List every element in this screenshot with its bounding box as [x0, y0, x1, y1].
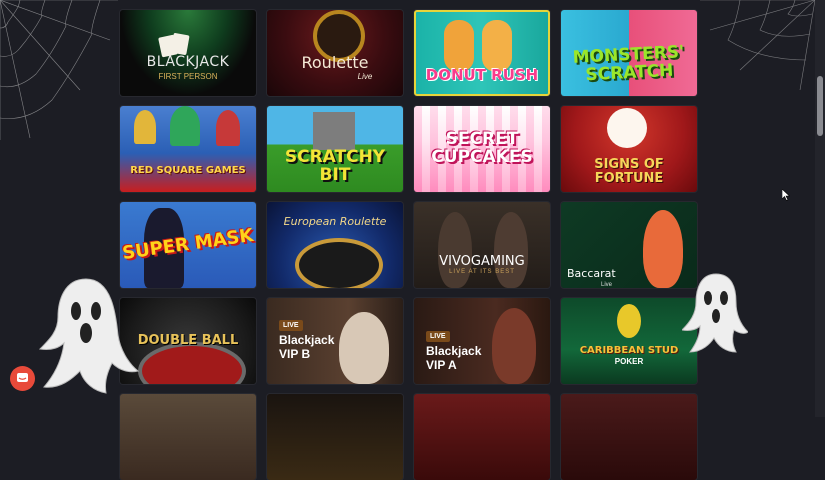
game-tile-blackjack-first-person[interactable]: BLACKJACK FIRST PERSON — [120, 10, 256, 96]
game-subtitle: VIP A — [426, 357, 457, 372]
ghost-icon — [38, 278, 140, 394]
game-subtitle: Live — [601, 282, 613, 288]
game-title: MONSTERS' SCRATCH — [572, 42, 685, 86]
game-title: Blackjack — [279, 333, 335, 347]
game-tile-double-ball[interactable]: DOUBLE BALL — [120, 298, 256, 384]
game-subtitle: VIP B — [279, 346, 311, 361]
game-title: DONUT RUSH — [425, 66, 539, 85]
mouse-pointer-icon — [782, 189, 790, 201]
game-tile-european-roulette[interactable]: European Roulette — [267, 202, 403, 288]
game-tile-donut-rush[interactable]: DONUT RUSH — [414, 10, 550, 96]
game-tile-scratchy-bit[interactable]: SCRATCHY BIT — [267, 106, 403, 192]
scrollbar[interactable] — [815, 0, 825, 417]
game-title: SCRATCHY BIT — [284, 147, 386, 185]
chat-button[interactable] — [10, 366, 35, 391]
ghost-icon — [682, 273, 748, 353]
cobweb-icon — [0, 0, 118, 140]
game-title: Baccarat — [567, 267, 616, 280]
game-tile-caribbean-stud[interactable]: CARIBBEAN STUD POKER — [561, 298, 697, 384]
cobweb-icon — [700, 0, 815, 90]
live-badge: LIVE — [426, 331, 450, 342]
game-subtitle: LIVE AT ITS BEST — [449, 268, 515, 275]
game-tile-super-mask[interactable]: SUPER MASK — [120, 202, 256, 288]
game-tile-red-square-games[interactable]: RED SQUARE GAMES — [120, 106, 256, 192]
game-tile-row5-4[interactable] — [561, 394, 697, 480]
live-badge: LIVE — [279, 320, 303, 331]
game-tile-monsters-scratch[interactable]: MONSTERS' SCRATCH — [561, 10, 697, 96]
game-tile-blackjack-vip-a[interactable]: LIVE Blackjack VIP A — [414, 298, 550, 384]
game-subtitle: Live — [357, 71, 373, 81]
game-tile-row5-3[interactable] — [414, 394, 550, 480]
game-title-block: Blackjack VIP A — [426, 344, 482, 373]
game-title: VIVOGAMING — [439, 254, 525, 270]
game-tile-secret-cupcakes[interactable]: SECRET CUPCAKES — [414, 106, 550, 192]
game-title: RED SQUARE GAMES — [130, 164, 246, 176]
game-grid: BLACKJACK FIRST PERSON Roulette Live DON… — [120, 10, 697, 480]
game-title: European Roulette — [283, 215, 387, 229]
chat-bubble-icon — [17, 373, 28, 382]
game-tile-vivo-gaming[interactable]: VIVOGAMING LIVE AT ITS BEST — [414, 202, 550, 288]
game-title: SIGNS OF FORTUNE — [594, 157, 664, 186]
game-tile-baccarat-live[interactable]: Baccarat Live — [561, 202, 697, 288]
game-tile-signs-of-fortune[interactable]: SIGNS OF FORTUNE — [561, 106, 697, 192]
game-title: BLACKJACK — [146, 54, 230, 71]
scrollbar-thumb[interactable] — [817, 76, 823, 136]
game-title: Roulette — [301, 53, 369, 73]
game-tile-blackjack-vip-b[interactable]: LIVE Blackjack VIP B — [267, 298, 403, 384]
game-tile-row5-1[interactable] — [120, 394, 256, 480]
game-tile-row5-2[interactable] — [267, 394, 403, 480]
game-title-block: Blackjack VIP B — [279, 333, 335, 362]
game-title: CARIBBEAN STUD — [579, 345, 679, 357]
game-title: DOUBLE BALL — [137, 333, 239, 349]
game-tile-roulette-live[interactable]: Roulette Live — [267, 10, 403, 96]
game-title: Blackjack — [426, 344, 482, 358]
game-title: SECRET CUPCAKES — [431, 129, 533, 167]
game-subtitle: FIRST PERSON — [158, 71, 218, 81]
game-subtitle: POKER — [614, 356, 644, 366]
game-title: SUPER MASK — [121, 224, 255, 264]
